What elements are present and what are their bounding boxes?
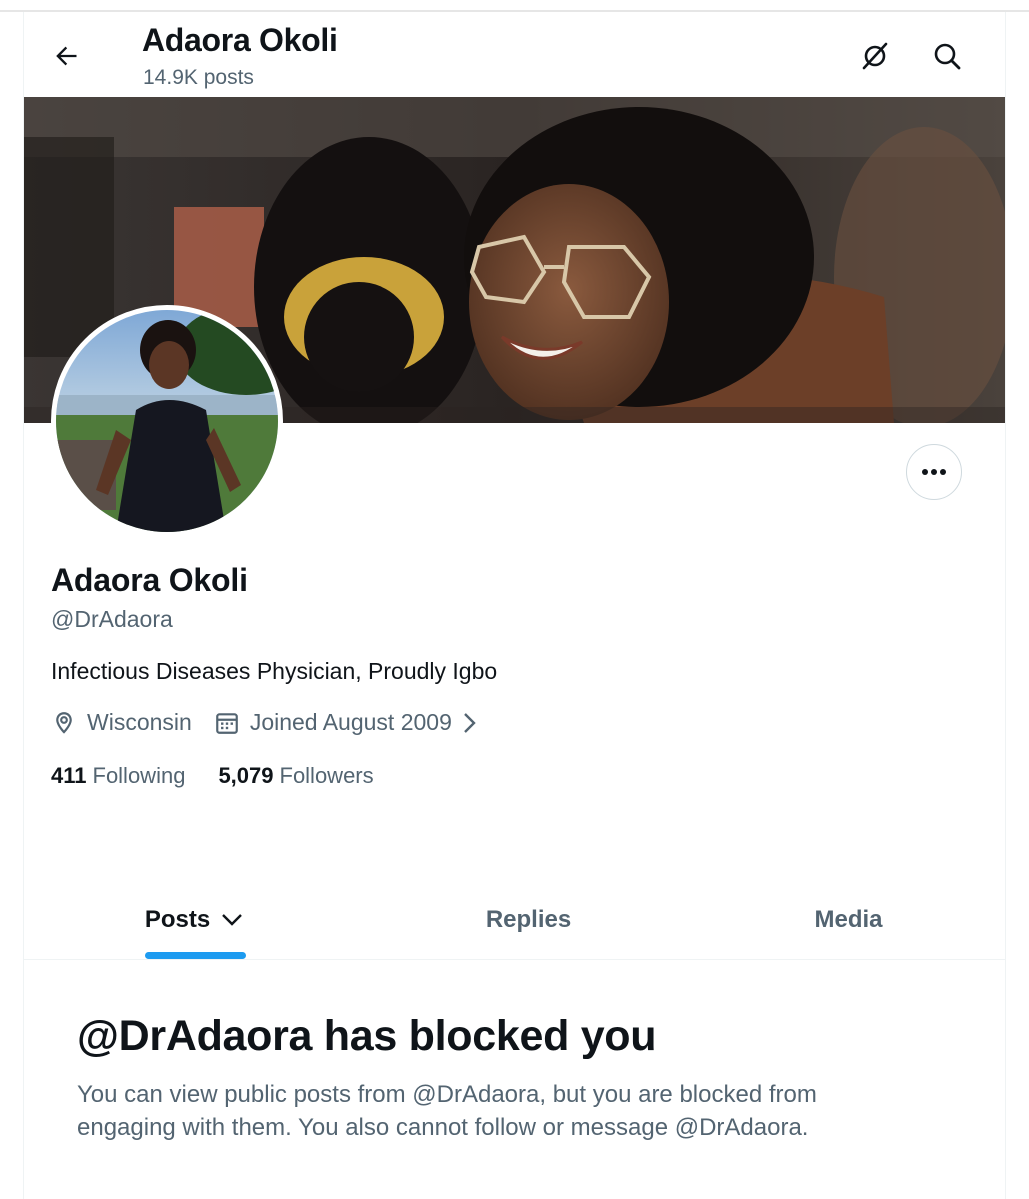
tab-media-label: Media [814,905,883,933]
following-count: 411 [51,763,87,788]
calendar-icon [215,712,238,734]
profile-tabs: Posts Replies Media [24,880,1005,960]
search-icon [934,43,961,70]
profile-location: Wisconsin [51,709,192,736]
tab-posts[interactable]: Posts [24,880,365,959]
following-link[interactable]: 411 Following [51,763,185,789]
followers-count: 5,079 [218,763,274,788]
profile-column: Adaora Okoli 14.9K posts Adaora Okoli @D… [23,12,1006,1199]
grok-icon [862,42,888,70]
profile-joined-date[interactable]: Joined August 2009 [214,709,480,736]
chevron-down-icon [222,913,243,926]
following-label: Following [92,763,186,788]
followers-link[interactable]: 5,079 Followers [218,763,373,789]
blocked-title: @DrAdaora has blocked you [77,1012,657,1060]
profile-display-name: Adaora Okoli [51,562,248,598]
location-text: Wisconsin [87,709,192,735]
tab-media[interactable]: Media [692,880,1005,959]
arrow-left-icon [56,46,77,66]
tab-posts-label: Posts [144,905,211,933]
window-top-edge [0,0,1029,12]
profile-bio: Infectious Diseases Physician, Proudly I… [51,658,498,684]
active-tab-indicator [145,952,246,959]
search-button[interactable] [925,34,969,78]
profile-meta: Wisconsin Joined August 2009 [51,709,480,736]
profile-header: Adaora Okoli 14.9K posts [24,12,1005,97]
tab-replies-label: Replies [485,905,572,933]
header-post-count: 14.9K posts [143,66,254,89]
followers-label: Followers [279,763,374,788]
back-button[interactable] [44,34,88,78]
header-title: Adaora Okoli [142,22,338,58]
profile-avatar[interactable] [51,305,283,537]
more-options-button[interactable] [906,444,962,500]
location-pin-icon [56,711,72,734]
chevron-right-icon [464,712,476,733]
tab-replies[interactable]: Replies [365,880,692,959]
profile-stats: 411 Following 5,079 Followers [51,763,374,789]
joined-text: Joined August 2009 [249,709,452,735]
grok-button[interactable] [853,34,897,78]
more-horizontal-icon [922,469,946,475]
blocked-message: You can view public posts from @DrAdaora… [77,1081,817,1141]
profile-handle: @DrAdaora [51,606,173,632]
